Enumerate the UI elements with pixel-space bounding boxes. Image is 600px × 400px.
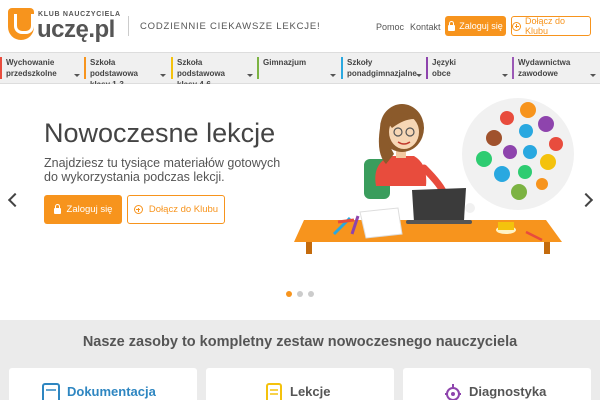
join-button-hero[interactable]: Dołącz do Klubu — [127, 195, 225, 224]
join-button-top[interactable]: Dołącz do Klubu — [511, 16, 591, 36]
tagline: CODZIENNIE CIEKAWSZE LEKCJE! — [140, 21, 321, 32]
chevron-down-icon — [247, 74, 253, 77]
help-link[interactable]: Pomoc — [376, 22, 404, 32]
logo-name-text: uczę.pl — [37, 16, 115, 43]
lock-icon — [448, 20, 456, 31]
resources-section: Nasze zasoby to kompletny zestaw nowocze… — [0, 320, 600, 400]
gear-icon — [445, 384, 461, 400]
card-label: Dokumentacja — [67, 384, 156, 399]
nav-color-bar — [257, 57, 259, 79]
card-label: Lekcje — [290, 384, 331, 399]
nav-label: Szkoły ponadgimnazjalne — [347, 58, 417, 78]
nav-label: Wychowanie przedszkolne — [6, 58, 57, 78]
nav-item-gimnazjum[interactable]: Gimnazjum — [257, 53, 340, 83]
login-button-hero[interactable]: Zaloguj się — [44, 195, 122, 224]
nav-color-bar — [0, 57, 2, 79]
hero-subtitle: Znajdziesz tu tysiące materiałów gotowyc… — [44, 156, 281, 184]
teacher-illustration — [294, 98, 574, 254]
login-label: Zaloguj się — [459, 21, 503, 31]
nav-color-bar — [171, 57, 173, 79]
join-label: Dołącz do Klubu — [524, 16, 565, 36]
card-label: Diagnostyka — [469, 384, 547, 399]
card-documentation[interactable]: Dokumentacja — [9, 368, 197, 400]
slider-next-arrow-icon[interactable] — [581, 192, 593, 208]
section-title: Nasze zasoby to kompletny zestaw nowocze… — [82, 334, 518, 350]
nav-label: Gimnazjum — [263, 58, 307, 67]
slider-dot[interactable] — [297, 291, 303, 297]
nav-label: Języki obce — [432, 58, 457, 78]
chevron-down-icon — [330, 74, 336, 77]
logo-badge-icon — [8, 8, 34, 40]
nav-item-preschool[interactable]: Wychowanie przedszkolne — [0, 53, 84, 83]
contact-link[interactable]: Kontakt — [410, 22, 441, 32]
nav-item-primary-4-6[interactable]: Szkoła podstawowa klasy 4-6 — [171, 53, 257, 89]
hero-title: Nowoczesne lekcje — [44, 118, 276, 148]
nav-color-bar — [84, 57, 86, 79]
chevron-down-icon — [590, 74, 596, 77]
card-lessons[interactable]: Lekcje — [206, 368, 394, 400]
nav-item-primary-1-3[interactable]: Szkoła podstawowa klasy 1-3 — [84, 53, 170, 89]
login-label: Zaloguj się — [66, 204, 113, 215]
card-diagnostics[interactable]: Diagnostyka — [403, 368, 591, 400]
header-divider — [128, 16, 129, 36]
hero-slider: Nowoczesne lekcje Znajdziesz tu tysiące … — [0, 84, 600, 320]
slider-prev-arrow-icon[interactable] — [7, 192, 19, 208]
lock-icon — [53, 204, 61, 214]
nav-item-languages[interactable]: Języki obce — [426, 53, 512, 83]
document-icon — [42, 383, 60, 400]
logo[interactable]: KLUB NAUCZYCIELA uczę.pl — [8, 8, 126, 44]
lessons-icon — [266, 383, 282, 400]
nav-item-secondary[interactable]: Szkoły ponadgimnazjalne — [341, 53, 426, 83]
nav-item-vocational[interactable]: Wydawnictwa zawodowe — [512, 53, 600, 83]
header: KLUB NAUCZYCIELA uczę.pl CODZIENNIE CIEK… — [0, 0, 600, 52]
join-label: Dołącz do Klubu — [148, 204, 219, 215]
plus-circle-icon — [512, 21, 521, 31]
chevron-down-icon — [74, 74, 80, 77]
slider-dot[interactable] — [308, 291, 314, 297]
chevron-down-icon — [416, 74, 422, 77]
nav-color-bar — [341, 57, 343, 79]
nav-label: Wydawnictwa zawodowe — [518, 58, 571, 78]
chevron-down-icon — [502, 74, 508, 77]
chevron-down-icon — [160, 74, 166, 77]
nav-color-bar — [426, 57, 428, 79]
login-button-top[interactable]: Zaloguj się — [445, 16, 506, 36]
plus-circle-icon — [133, 205, 143, 214]
category-nav: Wychowanie przedszkolne Szkoła podstawow… — [0, 52, 600, 89]
nav-color-bar — [512, 57, 514, 79]
slider-dot-active[interactable] — [286, 291, 292, 297]
